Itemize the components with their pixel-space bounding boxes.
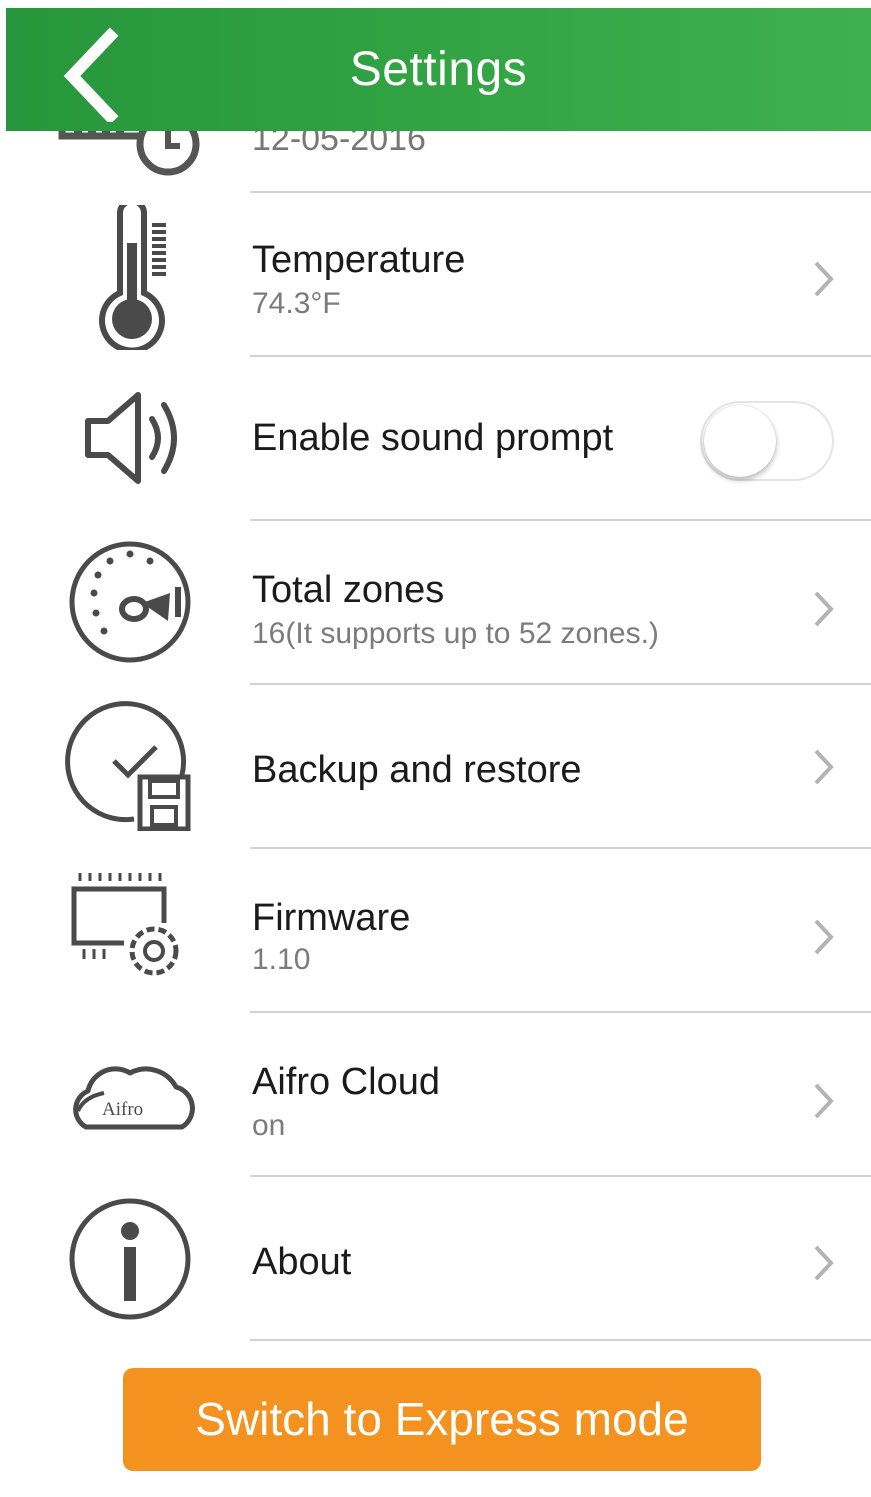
nav-header: Settings: [6, 8, 871, 131]
sound-prompt-title: Enable sound prompt: [252, 417, 614, 459]
about-title: About: [252, 1241, 352, 1283]
chevron-right-icon: [814, 1245, 834, 1281]
speaker-icon: [58, 373, 208, 503]
settings-row-cloud[interactable]: Aifro Aifro Cloud on: [6, 1013, 871, 1175]
firmware-title: Firmware: [252, 897, 411, 939]
sound-prompt-toggle[interactable]: [700, 401, 834, 481]
page-title: Settings: [349, 43, 528, 96]
chip-gear-icon: [64, 871, 214, 989]
clock-check-save-icon: [64, 701, 214, 832]
gauge-icon: [58, 535, 208, 669]
info-icon: [58, 1197, 208, 1321]
settings-row-backup[interactable]: Backup and restore: [6, 685, 871, 847]
temperature-title: Temperature: [252, 239, 466, 281]
aifro-cloud-status: on: [252, 1109, 286, 1142]
settings-row-about[interactable]: About: [6, 1177, 871, 1339]
settings-page: 12-05-2016 Temperature 74.3°F Enable sou…: [6, 8, 871, 1497]
settings-row-zones[interactable]: Total zones 16(It supports up to 52 zone…: [6, 521, 871, 683]
cloud-icon: Aifro: [64, 1041, 214, 1141]
divider: [250, 1339, 871, 1341]
backup-restore-title: Backup and restore: [252, 749, 582, 791]
chevron-right-icon: [814, 1083, 834, 1119]
chevron-right-icon: [814, 919, 834, 955]
switch-express-mode-button[interactable]: Switch to Express mode: [123, 1368, 761, 1471]
aifro-cloud-title: Aifro Cloud: [252, 1061, 440, 1103]
cloud-logo-text: Aifro: [102, 1099, 143, 1120]
total-zones-title: Total zones: [252, 569, 445, 611]
chevron-right-icon: [814, 591, 834, 627]
chevron-right-icon: [814, 749, 834, 785]
thermometer-icon: [58, 198, 208, 354]
temperature-value: 74.3°F: [252, 287, 341, 320]
chevron-right-icon: [814, 261, 834, 297]
settings-row-temperature[interactable]: Temperature 74.3°F: [6, 193, 871, 355]
settings-row-firmware[interactable]: Firmware 1.10: [6, 849, 871, 1011]
firmware-version: 1.10: [252, 943, 311, 976]
toggle-knob: [704, 405, 776, 477]
settings-row-sound: Enable sound prompt: [6, 357, 871, 519]
screen: 12-05-2016 Temperature 74.3°F Enable sou…: [0, 0, 871, 1497]
total-zones-value: 16(It supports up to 52 zones.): [252, 617, 659, 650]
